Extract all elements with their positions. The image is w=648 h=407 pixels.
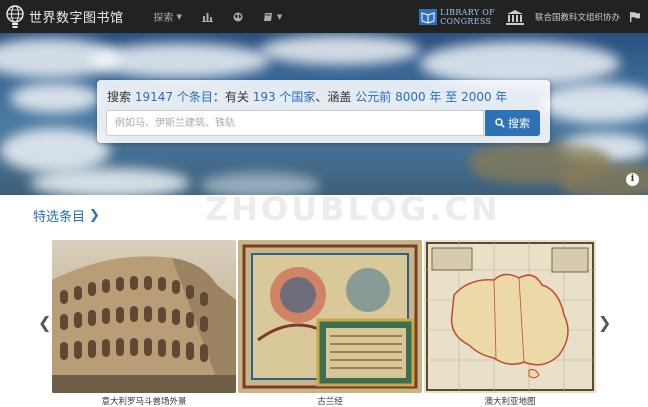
- featured-title: 特选条目: [33, 210, 86, 225]
- open-book-logo-icon: [419, 8, 438, 25]
- loc-line-1: LIBRARY OF: [440, 7, 495, 17]
- search-prefix: 搜索: [107, 90, 132, 104]
- featured-card-quran[interactable]: 古兰经: [238, 240, 422, 407]
- nav-timeline[interactable]: [192, 0, 223, 33]
- brand-link[interactable]: 世界数字图书馆: [4, 0, 124, 33]
- caret-down-icon: ▼: [276, 12, 283, 21]
- flag-icon[interactable]: [630, 11, 640, 22]
- unesco-label[interactable]: 联合国教科文组织协办: [535, 11, 620, 23]
- search-panel: 搜索 19147 个条目：有关 193 个国家、涵盖 公元前 8000 年 至 …: [97, 80, 550, 143]
- loc-line-2: CONGRESS: [440, 16, 492, 26]
- nav-explore-dropdown[interactable]: 探索 ▼: [144, 0, 192, 33]
- item-count: 19147 个条目: [134, 90, 213, 104]
- featured-carousel: ❮ 意大利罗马斗兽场外景 古兰经 澳大利亚地图 ❯: [36, 240, 614, 407]
- carousel-next-arrow-icon[interactable]: ❯: [598, 313, 611, 332]
- search-summary: 搜索 19147 个条目：有关 193 个国家、涵盖 公元前 8000 年 至 …: [107, 88, 507, 105]
- nav-explore-label: 探索: [153, 13, 174, 24]
- watermark: ZHOUBLOG.CN: [205, 190, 501, 228]
- date-range: 公元前 8000 年 至 2000 年: [355, 90, 508, 104]
- magnifier-icon: [495, 118, 505, 128]
- quran-image: [238, 240, 422, 393]
- chevron-right-icon: ❯: [89, 208, 100, 223]
- search-button-label: 搜索: [508, 117, 530, 130]
- caret-down-icon: ▼: [176, 12, 182, 21]
- card-caption: 澳大利亚地图: [484, 397, 536, 407]
- image-info-icon[interactable]: i: [626, 173, 639, 186]
- search-input[interactable]: [106, 110, 484, 136]
- nav-collections-dropdown[interactable]: ▼: [253, 0, 292, 33]
- search-sep-text: 、涵盖: [315, 90, 352, 104]
- globe-bulb-logo-icon: [6, 4, 24, 28]
- book-icon: [263, 12, 272, 21]
- colosseum-image: [52, 240, 236, 393]
- featured-card-colosseum[interactable]: 意大利罗马斗兽场外景: [52, 240, 236, 407]
- globe-icon: [233, 12, 243, 21]
- unesco-temple-logo-icon[interactable]: [505, 9, 525, 25]
- top-navbar: 世界数字图书馆 探索 ▼ ▼ LIBRARY OF CONGRESS 联合国教科…: [0, 0, 648, 33]
- nav-map[interactable]: [223, 0, 253, 33]
- bar-chart-icon: [201, 12, 213, 22]
- library-of-congress-text: LIBRARY OF CONGRESS: [440, 8, 495, 26]
- library-of-congress-link[interactable]: LIBRARY OF CONGRESS: [419, 8, 495, 26]
- main-nav: 探索 ▼ ▼: [144, 0, 293, 33]
- country-count: 193 个国家: [252, 90, 316, 104]
- australia-map-image: [424, 240, 596, 393]
- partner-area: LIBRARY OF CONGRESS 联合国教科文组织协办: [419, 0, 648, 33]
- brand-name: 世界数字图书馆: [29, 11, 124, 26]
- featured-items-link[interactable]: 特选条目 ❯: [33, 206, 100, 225]
- carousel-prev-arrow-icon[interactable]: ❮: [38, 313, 51, 332]
- card-caption: 意大利罗马斗兽场外景: [101, 397, 187, 407]
- search-button[interactable]: 搜索: [485, 110, 540, 136]
- card-caption: 古兰经: [317, 397, 343, 407]
- featured-card-australia-map[interactable]: 澳大利亚地图: [424, 240, 596, 407]
- search-middle-text: ：有关: [212, 90, 249, 104]
